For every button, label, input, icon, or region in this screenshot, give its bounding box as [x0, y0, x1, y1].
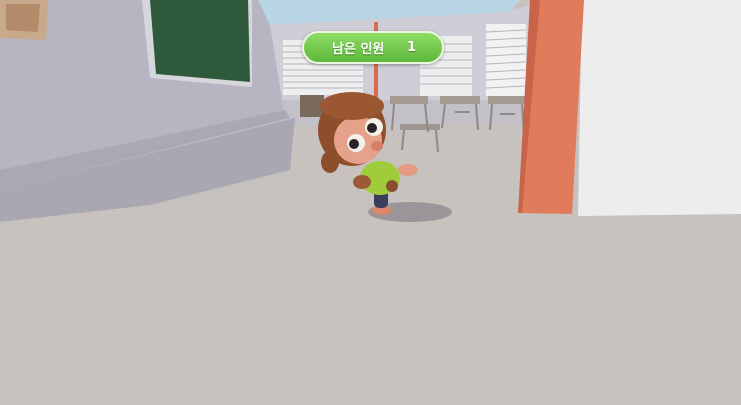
- game-viewport[interactable]: 남은 인원 1: [0, 0, 741, 405]
- remaining-players-badge: 남은 인원 1: [302, 31, 444, 64]
- remaining-count: 1: [406, 40, 416, 55]
- remaining-label: 남은 인원: [332, 42, 385, 57]
- right-wall: [578, 0, 741, 216]
